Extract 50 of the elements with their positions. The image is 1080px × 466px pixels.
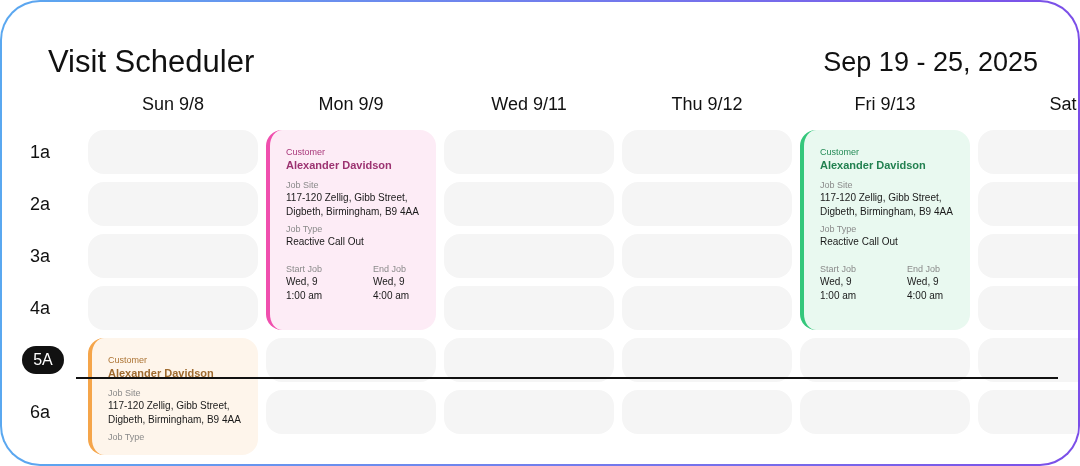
job-type: Reactive Call Out	[820, 235, 899, 249]
day-header: Mon 9/9	[317, 93, 385, 116]
field-label: Customer	[820, 146, 860, 158]
field-label: Job Site	[108, 387, 142, 399]
field-label: Customer	[108, 354, 148, 366]
time-slot[interactable]	[444, 338, 614, 382]
field-label: Start Job	[286, 263, 324, 275]
page-title: Visit Scheduler	[48, 43, 255, 81]
event-card[interactable]: Customer Alexander Davidson Job Site 117-120 Zellig, Gibb Street, Digbeth, Birmingham, B9 4AA Job Type	[88, 338, 258, 455]
field-label: Customer	[286, 146, 326, 158]
end-time: 4:00 am	[373, 289, 410, 303]
day-header: Sat	[1048, 93, 1078, 116]
job-type: Reactive Call Out	[286, 235, 365, 249]
event-card[interactable]: Customer Alexander Davidson Job Site 117-120 Zellig, Gibb Street, Digbeth, Birmingham, B9 4AA Job Type Reactive Call Out Start Job Wed, 9 1:00 am End Job Wed, 9 4:00 am	[800, 130, 970, 330]
customer-name: Alexander Davidson	[820, 158, 927, 173]
field-label: Job Type	[108, 431, 146, 443]
end-date: Wed, 9	[907, 275, 940, 289]
field-label: Job Site	[286, 179, 320, 191]
day-header: Wed 9/11	[490, 93, 568, 116]
end-date: Wed, 9	[373, 275, 406, 289]
customer-name: Alexander Davidson	[286, 158, 393, 173]
job-site: 117-120 Zellig, Gibb Street, Digbeth, Birmingham, B9 4AA	[286, 191, 420, 219]
field-label: End Job	[907, 263, 942, 275]
field-label: Job Type	[286, 223, 324, 235]
hour-label: 6a	[30, 400, 50, 424]
event-card[interactable]: Customer Alexander Davidson Job Site 117-120 Zellig, Gibb Street, Digbeth, Birmingham, B9 4AA Job Type Reactive Call Out Start Job Wed, 9 1:00 am End Job Wed, 9 4:00 am	[266, 130, 436, 330]
day-header: Thu 9/12	[670, 93, 744, 116]
day-header: Fri 9/13	[853, 93, 917, 116]
end-time: 4:00 am	[907, 289, 944, 303]
time-slot[interactable]	[800, 338, 970, 382]
start-time: 1:00 am	[820, 289, 858, 303]
start-date: Wed, 9	[820, 275, 853, 289]
current-time-badge: 5A	[22, 346, 64, 374]
field-label: Start Job	[820, 263, 858, 275]
field-label: Job Site	[820, 179, 854, 191]
day-header: Sun 9/8	[140, 93, 206, 116]
hour-label: 4a	[30, 296, 50, 320]
hour-label: 3a	[30, 244, 50, 268]
job-site: 117-120 Zellig, Gibb Street, Digbeth, Birmingham, B9 4AA	[820, 191, 954, 219]
hour-label: 2a	[30, 192, 50, 216]
time-slot[interactable]	[622, 338, 792, 382]
hour-label: 1a	[30, 140, 50, 164]
start-date: Wed, 9	[286, 275, 319, 289]
time-slot[interactable]	[266, 338, 436, 382]
field-label: End Job	[373, 263, 408, 275]
start-time: 1:00 am	[286, 289, 324, 303]
field-label: Job Type	[820, 223, 858, 235]
customer-name: Alexander Davidson	[108, 366, 215, 381]
job-site: 117-120 Zellig, Gibb Street, Digbeth, Birmingham, B9 4AA	[108, 399, 242, 427]
date-range[interactable]: Sep 19 - 25, 2025	[823, 42, 1038, 82]
